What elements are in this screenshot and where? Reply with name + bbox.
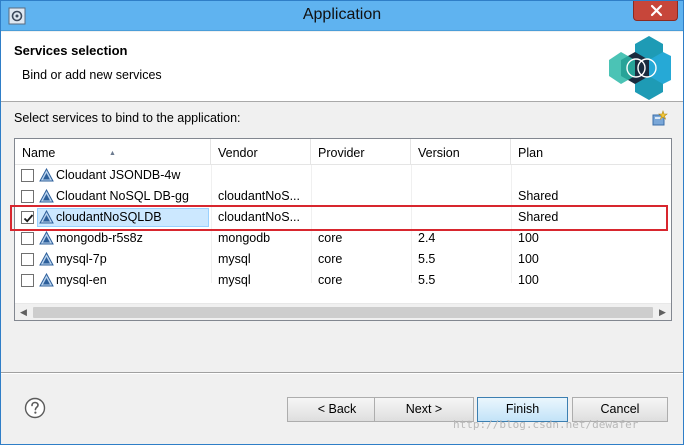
service-vendor: cloudantNoS... <box>218 189 300 203</box>
sort-ascending-icon: ▲ <box>109 150 116 157</box>
scroll-right-icon[interactable]: ▶ <box>654 304 671 321</box>
window-title: Application <box>302 6 382 23</box>
service-vendor: mongodb <box>218 231 271 245</box>
service-version: 2.4 <box>418 231 436 245</box>
service-icon <box>39 273 54 287</box>
instruction-text: Select services to bind to the applicati… <box>14 111 241 125</box>
service-plan <box>514 165 518 186</box>
close-icon <box>650 4 663 17</box>
application-dialog: Application Services selection Bind or a… <box>0 0 684 445</box>
service-plan: 100 <box>518 231 539 245</box>
service-icon <box>39 252 54 266</box>
service-plan: Shared <box>518 189 559 203</box>
page-title: Services selection <box>14 43 128 58</box>
add-service-icon[interactable] <box>651 109 669 127</box>
service-vendor: mysql <box>218 252 251 266</box>
service-checkbox[interactable] <box>21 232 34 245</box>
service-icon <box>39 168 54 182</box>
service-name: mongodb-r5s8z <box>56 231 143 245</box>
service-name: Cloudant NoSQL DB-gg <box>56 189 189 203</box>
service-checkbox[interactable] <box>21 274 34 287</box>
service-version <box>414 165 418 186</box>
service-name: cloudantNoSQLDB <box>56 210 162 224</box>
column-label: Name <box>22 146 56 160</box>
service-provider: core <box>318 231 343 245</box>
service-checkbox[interactable] <box>21 169 34 182</box>
service-version <box>414 186 418 207</box>
service-icon <box>39 231 54 245</box>
page-subtitle: Bind or add new services <box>22 68 162 82</box>
title-bar[interactable]: Application <box>1 1 683 31</box>
footer-separator <box>1 372 683 374</box>
column-header-plan[interactable]: Plan <box>511 139 671 165</box>
table-row[interactable]: mongodb-r5s8z mongodb core 2.4 100 <box>15 228 671 249</box>
wizard-header: Services selection Bind or add new servi… <box>1 32 683 102</box>
service-vendor: cloudantNoS... <box>218 210 300 224</box>
watermark: http://blog.csdn.net/dewafer <box>453 418 639 431</box>
service-provider <box>314 207 318 228</box>
table-row[interactable]: Cloudant NoSQL DB-gg cloudantNoS... Shar… <box>15 186 671 207</box>
service-checkbox[interactable] <box>21 211 34 224</box>
service-provider <box>314 165 318 186</box>
column-header-name[interactable]: Name ▲ <box>15 139 211 165</box>
service-version: 5.5 <box>418 273 436 287</box>
service-provider: core <box>318 273 343 287</box>
service-plan: 100 <box>518 273 539 287</box>
table-row[interactable]: Cloudant JSONDB-4w <box>15 165 671 186</box>
service-vendor: mysql <box>218 273 251 287</box>
service-checkbox[interactable] <box>21 190 34 203</box>
help-icon[interactable] <box>24 397 46 419</box>
column-header-vendor[interactable]: Vendor <box>211 139 311 165</box>
table-header: Name ▲ Vendor Provider Version Plan <box>15 139 671 165</box>
scroll-left-icon[interactable]: ◀ <box>15 304 32 321</box>
service-icon <box>39 189 54 203</box>
service-name: mysql-en <box>56 273 107 287</box>
table-row[interactable]: mysql-en mysql core 5.5 100 <box>15 270 671 291</box>
service-checkbox[interactable] <box>21 253 34 266</box>
services-table[interactable]: Name ▲ Vendor Provider Version Plan Clou… <box>14 138 672 321</box>
column-header-version[interactable]: Version <box>411 139 511 165</box>
service-provider <box>314 186 318 207</box>
service-version <box>414 207 418 228</box>
service-name: Cloudant JSONDB-4w <box>56 168 181 182</box>
service-vendor <box>214 165 218 186</box>
scrollbar-thumb[interactable] <box>33 307 653 318</box>
column-header-provider[interactable]: Provider <box>311 139 411 165</box>
checkmark-icon <box>23 214 34 223</box>
table-row[interactable]: mysql-7p mysql core 5.5 100 <box>15 249 671 270</box>
bluemix-logo-icon <box>609 36 671 100</box>
service-icon <box>39 210 54 224</box>
table-row-selected[interactable]: cloudantNoSQLDB cloudantNoS... Shared <box>15 207 671 228</box>
back-button[interactable]: < Back <box>287 397 387 422</box>
service-plan: 100 <box>518 252 539 266</box>
service-plan: Shared <box>518 210 559 224</box>
service-version: 5.5 <box>418 252 436 266</box>
horizontal-scrollbar[interactable]: ◀ ▶ <box>15 303 671 320</box>
service-name: mysql-7p <box>56 252 107 266</box>
close-button[interactable] <box>633 1 678 21</box>
service-provider: core <box>318 252 343 266</box>
